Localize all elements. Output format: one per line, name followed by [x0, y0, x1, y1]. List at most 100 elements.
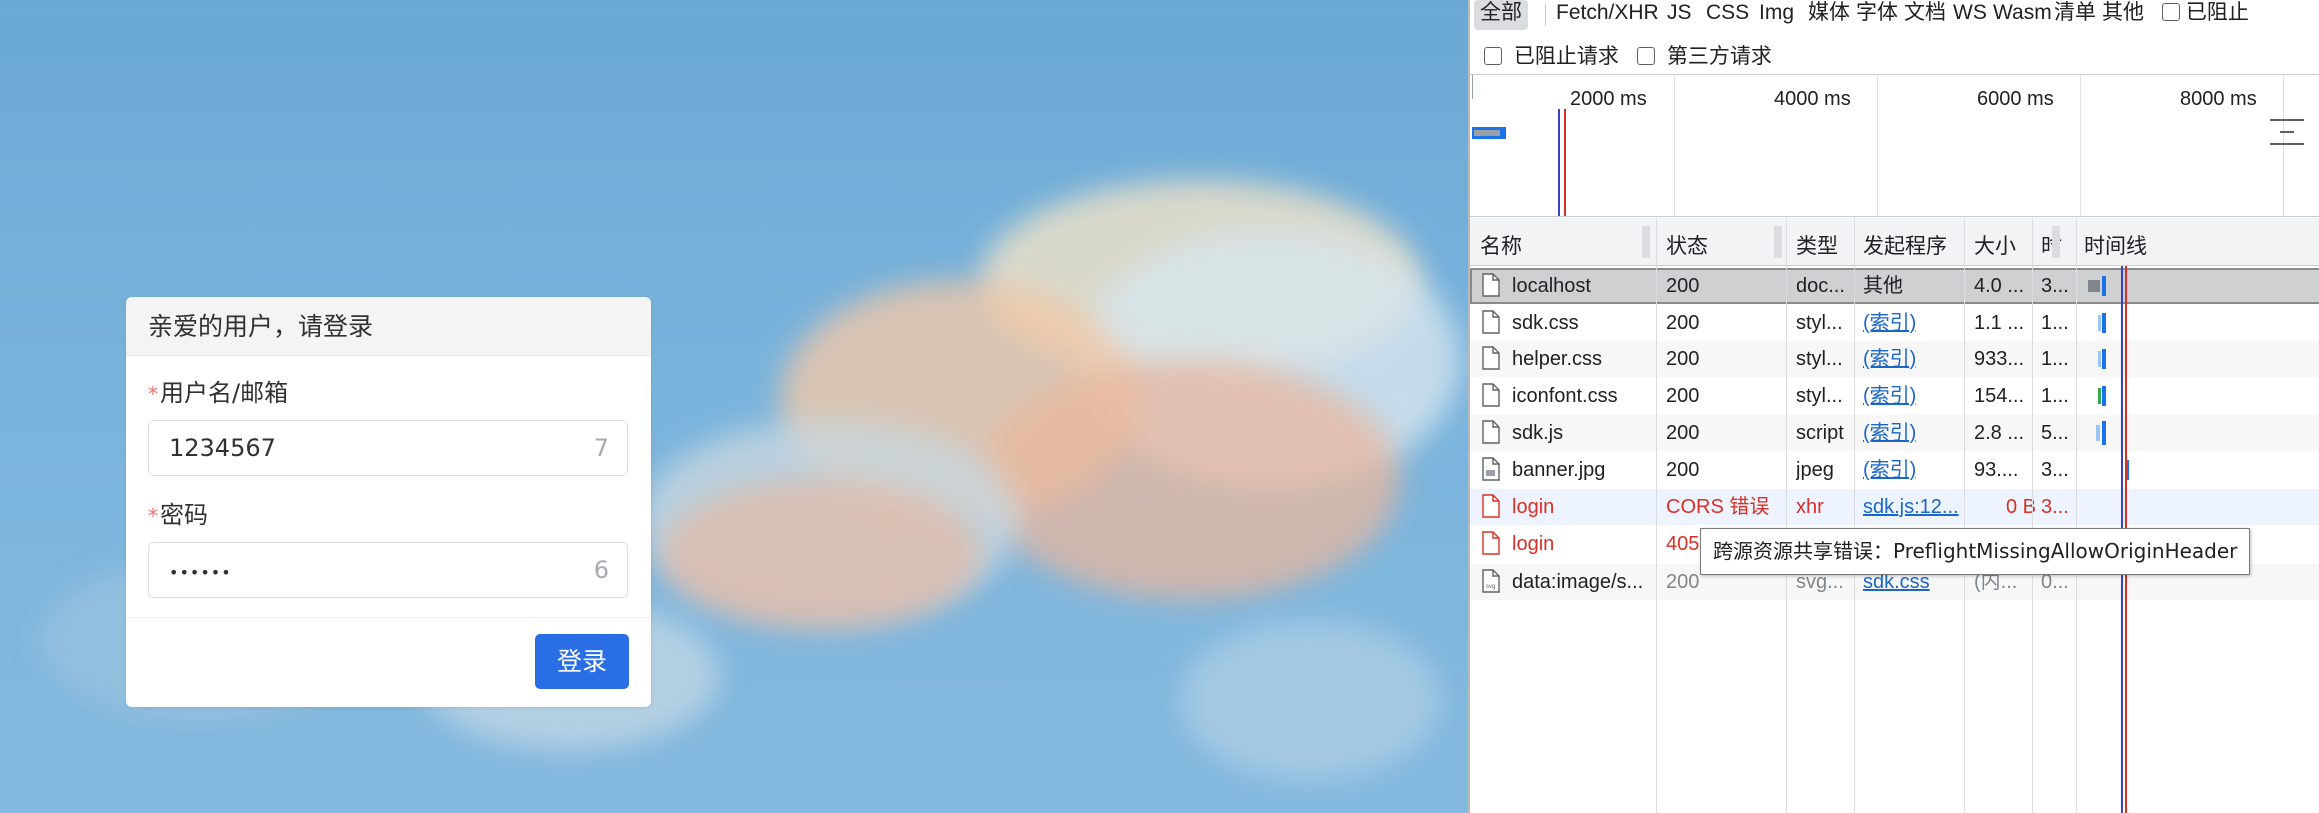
column-resize-handle[interactable] — [1642, 226, 1650, 258]
request-name: login — [1512, 496, 1555, 518]
required-mark: * — [148, 382, 158, 406]
timeline-gridline — [1674, 75, 1675, 216]
request-row[interactable]: helper.css 200 styl... (索引) 933... 1... — [1470, 341, 2319, 377]
third-party-filter[interactable]: 第三方请求 — [1637, 40, 1772, 70]
column-divider — [2076, 218, 2077, 813]
request-initiator-link[interactable]: (索引) — [1863, 452, 1916, 488]
request-size: 93.... — [1974, 459, 2019, 481]
username-input[interactable]: 1234567 7 — [148, 420, 628, 476]
request-name: data:image/s... — [1512, 571, 1644, 593]
password-char-count: 6 — [593, 556, 609, 584]
column-header-type[interactable]: 类型 — [1796, 230, 1838, 260]
document-icon — [1482, 273, 1500, 297]
request-initiator-link[interactable]: (索引) — [1863, 378, 1916, 414]
request-table-header: 名称 状态 类型 发起程序 大小 时 时间线 — [1470, 218, 2319, 266]
checkbox[interactable] — [1484, 47, 1502, 65]
request-time: 1... — [2041, 348, 2069, 370]
cloud-decoration — [1180, 620, 1440, 780]
request-initiator-link[interactable]: sdk.js:12... — [1863, 489, 1967, 525]
request-size: 1.1 ... — [1974, 312, 2025, 334]
blocked-cookies-filter[interactable]: 已阻止 — [2156, 0, 2255, 30]
third-party-label: 第三方请求 — [1666, 45, 1772, 68]
request-initiator-link[interactable]: (索引) — [1863, 305, 1916, 341]
filter-doc[interactable]: 文档 — [1898, 0, 1952, 30]
filter-other[interactable]: 其他 — [2096, 0, 2150, 30]
column-divider — [2032, 218, 2033, 813]
document-icon — [1482, 310, 1500, 334]
blocked-requests-label: 已阻止请求 — [1513, 45, 1619, 68]
timeline-overview[interactable]: 2000 ms 4000 ms 6000 ms 8000 ms — [1470, 74, 2319, 217]
timeline-gridline — [2080, 75, 2081, 216]
cloud-decoration — [660, 480, 980, 630]
filter-media[interactable]: 媒体 — [1802, 0, 1856, 30]
request-size: 0 B — [2005, 496, 2036, 518]
waterfall-bar — [2102, 276, 2106, 296]
login-card-title: 亲爱的用户，请登录 — [126, 297, 651, 356]
request-row[interactable]: banner.jpg 200 jpeg (索引) 93.... 3... — [1470, 452, 2319, 488]
svg-text:svg: svg — [1486, 584, 1495, 590]
request-row[interactable]: iconfont.css 200 styl... (索引) 154... 1..… — [1470, 378, 2319, 414]
document-icon — [1482, 420, 1500, 444]
filter-all[interactable]: 全部 — [1474, 0, 1528, 30]
request-initiator: 其他 — [1863, 275, 1903, 297]
checkbox[interactable] — [2162, 3, 2180, 21]
web-page-viewport: 亲爱的用户，请登录 *用户名/邮箱 1234567 7 *密码 •••••• 6… — [0, 0, 1468, 813]
waterfall-bar — [2102, 421, 2106, 445]
column-resize-handle[interactable] — [2052, 226, 2060, 258]
password-label: *密码 — [148, 495, 208, 530]
filter-ws[interactable]: WS — [1947, 0, 1993, 30]
timeline-label: 2000 ms — [1570, 88, 1647, 110]
dom-content-loaded-marker — [1558, 109, 1560, 216]
column-header-waterfall[interactable]: 时间线 — [2084, 230, 2147, 260]
request-row[interactable]: localhost 200 doc... 其他 4.0 ... 3... — [1470, 268, 2319, 304]
timeline-label: 4000 ms — [1774, 88, 1851, 110]
request-type: xhr — [1796, 496, 1824, 518]
password-input[interactable]: •••••• 6 — [148, 542, 628, 598]
column-header-name[interactable]: 名称 — [1480, 230, 1522, 260]
load-event-marker — [1564, 109, 1566, 216]
timeline-label: 8000 ms — [2180, 88, 2257, 110]
request-type: script — [1796, 422, 1844, 444]
request-row-error[interactable]: login CORS 错误 xhr sdk.js:12... 0 B 3... — [1470, 489, 2319, 525]
column-divider — [1854, 218, 1855, 813]
waterfall-bar — [2096, 425, 2100, 441]
login-button[interactable]: 登录 — [535, 634, 629, 689]
filter-img[interactable]: Img — [1753, 0, 1800, 30]
devtools-network-panel: 全部 Fetch/XHR JS CSS Img 媒体 字体 文档 WS Wasm… — [1468, 0, 2319, 813]
filter-fetch-xhr[interactable]: Fetch/XHR — [1550, 0, 1665, 30]
request-time: 1... — [2041, 312, 2069, 334]
column-header-status[interactable]: 状态 — [1666, 230, 1708, 260]
request-row[interactable]: sdk.css 200 styl... (索引) 1.1 ... 1... — [1470, 305, 2319, 341]
timeline-label: 6000 ms — [1977, 88, 2054, 110]
request-status: 200 — [1666, 385, 1700, 407]
filter-manifest[interactable]: 清单 — [2048, 0, 2102, 30]
request-name: sdk.css — [1512, 312, 1579, 334]
request-name: localhost — [1512, 275, 1591, 297]
timeline-gridline — [2283, 75, 2284, 216]
required-mark: * — [148, 504, 158, 528]
waterfall-bar — [2102, 349, 2106, 369]
cloud-decoration — [980, 360, 1400, 600]
request-name: helper.css — [1512, 348, 1603, 370]
filter-font[interactable]: 字体 — [1850, 0, 1904, 30]
request-initiator-link[interactable]: (索引) — [1863, 415, 1916, 451]
request-status: 405 — [1666, 533, 1700, 555]
column-header-size[interactable]: 大小 — [1974, 230, 2016, 260]
request-status: 200 — [1666, 571, 1700, 593]
column-header-initiator[interactable]: 发起程序 — [1863, 230, 1947, 260]
column-resize-handle[interactable] — [1774, 226, 1782, 258]
request-type: jpeg — [1796, 459, 1834, 481]
blocked-requests-filter[interactable]: 已阻止请求 — [1484, 40, 1619, 70]
checkbox[interactable] — [1637, 47, 1655, 65]
username-label: *用户名/邮箱 — [148, 373, 288, 408]
type-filter-bar: 全部 Fetch/XHR JS CSS Img 媒体 字体 文档 WS Wasm… — [1470, 0, 2319, 32]
overview-handle-icon[interactable] — [2270, 119, 2304, 145]
filter-css[interactable]: CSS — [1700, 0, 1755, 30]
column-divider — [1964, 218, 1965, 813]
request-time: 3... — [2041, 496, 2069, 518]
filter-js[interactable]: JS — [1661, 0, 1698, 30]
request-row[interactable]: sdk.js 200 script (索引) 2.8 ... 5... — [1470, 415, 2319, 451]
request-time: 1... — [2041, 385, 2069, 407]
request-name: login — [1512, 533, 1555, 555]
request-initiator-link[interactable]: (索引) — [1863, 341, 1916, 377]
